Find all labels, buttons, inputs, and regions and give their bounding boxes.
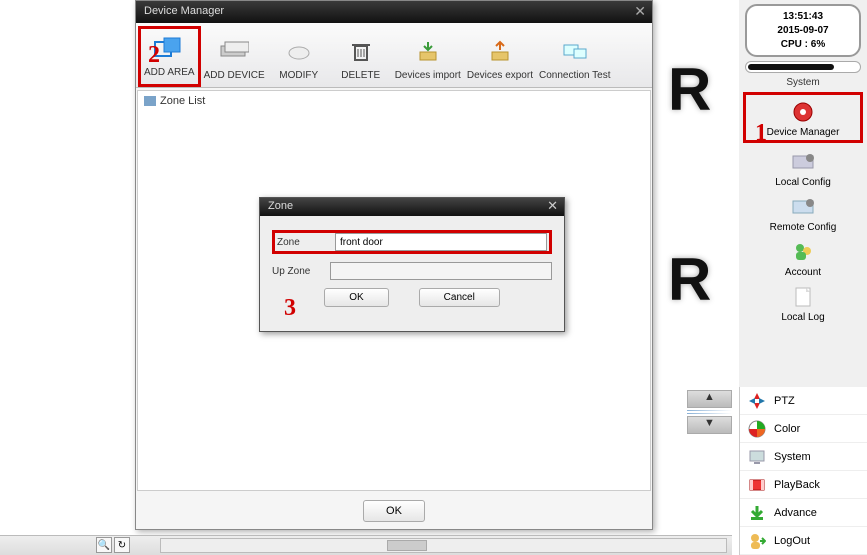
menu-label: PlayBack — [774, 479, 820, 491]
side-button-label: Remote Config — [739, 222, 867, 233]
scroll-up-button[interactable]: ▲ — [687, 390, 732, 408]
annotation-2: 2 — [148, 42, 160, 69]
menu-label: PTZ — [774, 395, 795, 407]
system-label: System — [739, 75, 867, 90]
account-side-button[interactable]: Account — [739, 235, 867, 280]
zone-dialog-title: Zone — [268, 200, 293, 212]
device-manager-icon — [789, 99, 817, 125]
add-device-button[interactable]: ADD DEVICE — [201, 32, 268, 87]
progress-fill — [748, 64, 834, 70]
local-config-icon — [789, 149, 817, 175]
annotation-1: 1 — [755, 120, 767, 147]
add-device-icon — [216, 36, 252, 66]
side-button-label: Local Log — [739, 312, 867, 323]
menu-advance[interactable]: Advance — [740, 499, 867, 527]
logout-icon — [748, 532, 766, 550]
clock-box: 13:51:43 2015-09-07 CPU : 6% — [745, 4, 861, 57]
connection-test-icon — [557, 36, 593, 66]
side-button-label: Account — [739, 267, 867, 278]
modify-icon — [281, 36, 317, 66]
zone-cancel-button[interactable]: Cancel — [419, 288, 500, 307]
playback-icon — [748, 476, 766, 494]
scroll-down-button[interactable]: ▼ — [687, 416, 732, 434]
upzone-field-label: Up Zone — [272, 266, 330, 277]
background-glyph: R — [668, 245, 711, 314]
delete-button[interactable]: DELETE — [330, 32, 392, 87]
menu-logout[interactable]: LogOut — [740, 527, 867, 555]
device-manager-titlebar[interactable]: Device Manager ✕ — [136, 1, 652, 23]
upzone-field-row: Up Zone — [272, 262, 552, 280]
devices-import-button[interactable]: Devices import — [392, 32, 464, 87]
zone-dialog-titlebar[interactable]: Zone ✕ — [260, 198, 564, 216]
zone-list-root[interactable]: Zone List — [138, 91, 650, 111]
zone-dialog: Zone ✕ Zone Up Zone OK Cancel — [259, 197, 565, 332]
device-manager-ok-button[interactable]: OK — [363, 500, 425, 522]
zone-ok-button[interactable]: OK — [324, 288, 388, 307]
delete-icon — [343, 36, 379, 66]
menu-label: Advance — [774, 507, 817, 519]
system-icon — [748, 448, 766, 466]
toolbar-label: Devices import — [395, 70, 461, 81]
clock-time: 13:51:43 — [747, 10, 859, 24]
refresh-icon[interactable]: ↻ — [114, 537, 130, 553]
connection-test-button[interactable]: Connection Test — [536, 32, 614, 87]
zone-dialog-buttons: OK Cancel — [272, 288, 552, 307]
clock-cpu: CPU : 6% — [747, 38, 859, 52]
toolbar-label: Connection Test — [539, 70, 611, 81]
progress-bar — [745, 61, 861, 73]
toolbar-label: DELETE — [333, 70, 389, 81]
advance-icon — [748, 504, 766, 522]
zone-field-label: Zone — [277, 237, 335, 248]
scrollbar-thumb[interactable] — [387, 540, 427, 551]
color-icon — [748, 420, 766, 438]
magnify-icon[interactable]: 🔍 — [96, 537, 112, 553]
device-manager-toolbar: ADD AREA ADD DEVICE MODIFY DELETE Device… — [136, 23, 652, 88]
upzone-input[interactable] — [330, 262, 552, 280]
close-icon[interactable]: ✕ — [634, 3, 646, 20]
toolbar-label: MODIFY — [271, 70, 327, 81]
clock-date: 2015-09-07 — [747, 24, 859, 38]
menu-label: LogOut — [774, 535, 810, 547]
tree-icon — [144, 96, 156, 106]
local-log-icon — [789, 284, 817, 310]
side-button-label: Local Config — [739, 177, 867, 188]
menu-label: System — [774, 451, 811, 463]
secondary-menu: PTZ Color System PlayBack Advance LogOut — [739, 387, 867, 555]
ptz-icon — [748, 392, 766, 410]
menu-playback[interactable]: PlayBack — [740, 471, 867, 499]
menu-label: Color — [774, 423, 800, 435]
account-icon — [789, 239, 817, 265]
zone-dialog-form: Zone Up Zone OK Cancel — [260, 216, 564, 315]
menu-color[interactable]: Color — [740, 415, 867, 443]
bottom-tool-icons: 🔍 ↻ — [96, 537, 130, 553]
background-glyph: R — [668, 55, 711, 124]
remote-config-icon — [789, 194, 817, 220]
zone-field-row: Zone — [272, 230, 552, 254]
devices-export-button[interactable]: Devices export — [464, 32, 536, 87]
annotation-3: 3 — [284, 295, 296, 322]
device-manager-title: Device Manager — [144, 5, 224, 17]
menu-ptz[interactable]: PTZ — [740, 387, 867, 415]
menu-system[interactable]: System — [740, 443, 867, 471]
zone-list-label: Zone List — [160, 95, 205, 107]
horizontal-scrollbar[interactable] — [160, 538, 727, 553]
close-icon[interactable]: ✕ — [547, 198, 558, 214]
remote-config-side-button[interactable]: Remote Config — [739, 190, 867, 235]
pane-scroll-controls: ▲ ▼ — [687, 390, 732, 436]
toolbar-label: Devices export — [467, 70, 533, 81]
export-icon — [482, 36, 518, 66]
local-config-side-button[interactable]: Local Config — [739, 145, 867, 190]
modify-button[interactable]: MODIFY — [268, 32, 330, 87]
divider — [687, 413, 732, 414]
device-manager-footer: OK — [136, 493, 652, 529]
toolbar-label: ADD DEVICE — [204, 70, 265, 81]
zone-input[interactable] — [335, 233, 547, 251]
divider — [687, 410, 732, 411]
import-icon — [410, 36, 446, 66]
local-log-side-button[interactable]: Local Log — [739, 280, 867, 325]
